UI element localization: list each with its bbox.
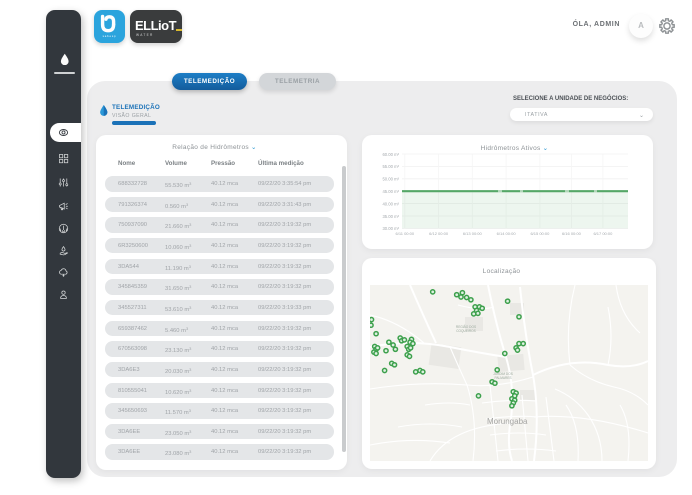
- svg-text:COQUEIROS: COQUEIROS: [456, 329, 475, 333]
- svg-text:6/12 00:00: 6/12 00:00: [429, 231, 449, 236]
- svg-text:45.00 m³: 45.00 m³: [382, 189, 399, 194]
- svg-text:6/11 00:00: 6/11 00:00: [395, 231, 414, 236]
- svg-text:6/15 00:00: 6/15 00:00: [530, 231, 550, 236]
- svg-text:6/13 00:00: 6/13 00:00: [463, 231, 483, 236]
- svg-text:6/14 00:00: 6/14 00:00: [497, 231, 517, 236]
- svg-text:50.00 m³: 50.00 m³: [382, 177, 399, 182]
- svg-text:6/17 00:00: 6/17 00:00: [593, 231, 613, 236]
- svg-text:6/16 00:00: 6/16 00:00: [562, 231, 582, 236]
- svg-text:55.00 m³: 55.00 m³: [382, 164, 399, 169]
- svg-text:35.00 m³: 35.00 m³: [382, 214, 399, 219]
- svg-text:PALMARES: PALMARES: [494, 376, 511, 380]
- svg-text:Morungaba: Morungaba: [487, 417, 528, 426]
- svg-text:sabesp: sabesp: [103, 34, 117, 38]
- svg-text:40.00 m³: 40.00 m³: [382, 201, 399, 206]
- svg-text:60.00 m³: 60.00 m³: [382, 152, 399, 157]
